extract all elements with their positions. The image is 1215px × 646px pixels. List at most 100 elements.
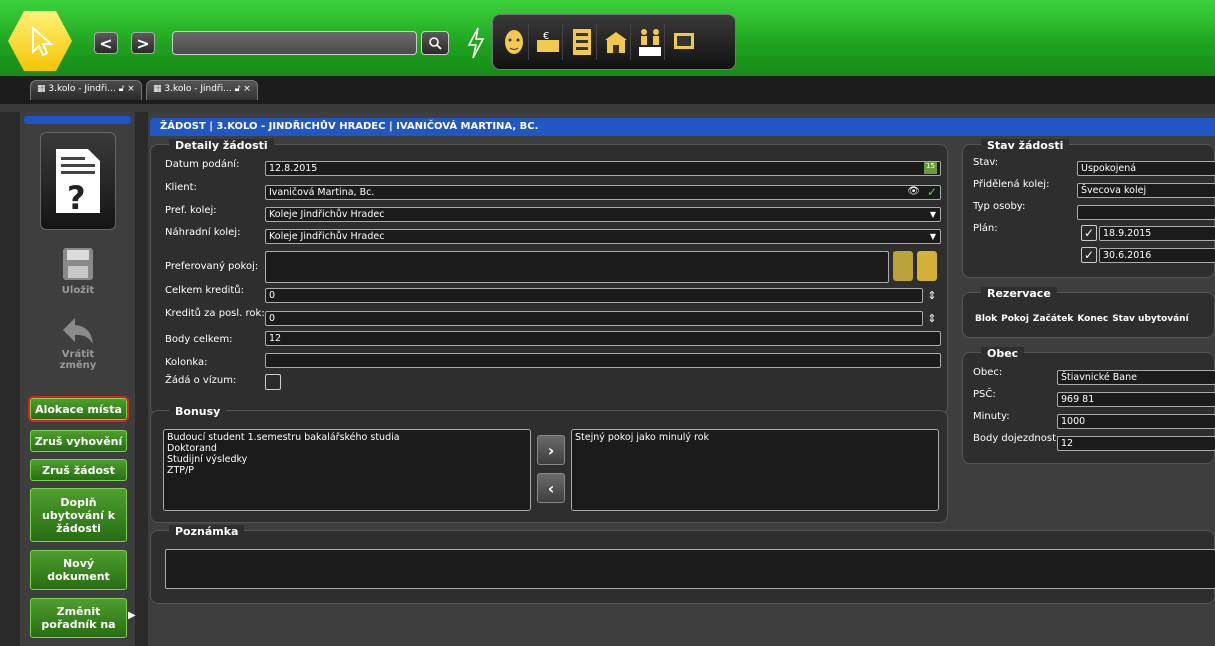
credits-spinner[interactable]: ⇕ (925, 288, 939, 303)
person-type-field[interactable] (1077, 205, 1215, 220)
plan-from-checkbox[interactable]: ✓ (1081, 225, 1097, 241)
sidebar-header (24, 116, 131, 124)
alt-dorm-select[interactable]: Koleje Jindřichův Hradec ▼ (265, 229, 941, 244)
column-field[interactable] (265, 353, 941, 368)
date-field[interactable]: 12.8.2015 15 (265, 161, 941, 176)
list-item[interactable]: Budoucí student 1.semestru bakalářského … (167, 432, 527, 443)
column-header[interactable]: Stav ubytování (1112, 314, 1189, 324)
bonus-available-list[interactable]: Budoucí student 1.semestru bakalářského … (163, 429, 531, 511)
person-type-label: Typ osoby: (973, 201, 1026, 212)
tab-1[interactable]: ▦ 3.kolo - Jindři... 🔓︎ × (30, 80, 142, 100)
button-label: Změnit (56, 605, 101, 618)
content-strip (0, 104, 1215, 112)
persons-ab-icon[interactable] (635, 24, 665, 60)
new-document-button[interactable]: Nový dokument (30, 550, 127, 590)
zip-field[interactable]: 969 81 (1057, 392, 1215, 407)
credits-field[interactable]: 0 (265, 288, 923, 303)
search-icon (429, 37, 442, 50)
close-icon[interactable]: × (243, 84, 251, 94)
bonus-selected-list[interactable]: Stejný pokoj jako minulý rok (571, 429, 939, 511)
assigned-dorm-field[interactable]: Švecova kolej (1077, 183, 1215, 198)
column-header[interactable]: Konec (1077, 314, 1108, 324)
flash-icon[interactable] (466, 27, 486, 59)
column-header[interactable]: Začátek (1033, 314, 1073, 324)
client-value: Ivaničová Martina, Bc. (269, 187, 375, 198)
municipality-group: Obec Obec: Štiavnické Bane PSČ: 969 81 M… (962, 347, 1215, 464)
floppy-icon (63, 248, 93, 280)
chevron-left-icon: ‹ (547, 478, 555, 498)
move-right-button[interactable]: › (537, 435, 565, 465)
group-title: Detaily žádosti (169, 139, 274, 152)
search-input[interactable] (172, 31, 417, 55)
cursor-icon (32, 25, 54, 57)
save-button[interactable]: Uložit (40, 246, 116, 296)
points-field[interactable]: 12 (265, 331, 941, 346)
search-button[interactable] (421, 31, 449, 55)
pref-dorm-label: Pref. kolej: (165, 205, 217, 216)
column-header[interactable]: Pokoj (1001, 314, 1029, 324)
plan-from-field[interactable]: 18.9.2015 (1099, 226, 1215, 241)
list-item[interactable]: ZTP/P (167, 465, 527, 476)
column-header[interactable]: Blok (975, 314, 997, 324)
note-field[interactable] (165, 549, 1215, 589)
minutes-field[interactable]: 1000 (1057, 414, 1215, 429)
list-item[interactable]: Studijní výsledky (167, 454, 527, 465)
reservation-table-header: Blok Pokoj Začátek Konec Stav ubytování (975, 309, 1215, 329)
expand-right-icon[interactable]: ▶ (128, 610, 136, 621)
eye-icon[interactable]: 👁︎ (907, 186, 920, 197)
checkmark-icon: ✓ (1084, 248, 1095, 262)
date-value: 12.8.2015 (269, 163, 318, 174)
screen-icon[interactable] (669, 24, 699, 60)
calendar-icon[interactable]: 15 (924, 162, 937, 174)
back-button[interactable]: < (94, 32, 118, 54)
revert-label: změny (59, 360, 97, 371)
room-picker-icon[interactable] (917, 251, 937, 281)
close-icon[interactable]: × (127, 84, 135, 94)
move-left-button[interactable]: ‹ (537, 473, 565, 503)
building-icon[interactable] (601, 24, 631, 60)
list-item[interactable]: Doktorand (167, 443, 527, 454)
group-title: Obec (981, 347, 1025, 360)
alt-dorm-value: Koleje Jindřichův Hradec (269, 231, 385, 242)
change-order-button[interactable]: Změnit pořadník na (30, 598, 127, 638)
credits-year-value: 0 (269, 313, 276, 324)
plan-to-field[interactable]: 30.6.2016 (1099, 248, 1215, 263)
face-icon[interactable] (499, 24, 529, 60)
plan-to-checkbox[interactable]: ✓ (1081, 247, 1097, 263)
commute-points-field[interactable]: 12 (1057, 436, 1215, 451)
add-accommodation-button[interactable]: Doplň ubytování k žádosti (30, 488, 127, 542)
home-button[interactable] (8, 11, 72, 71)
list-icon[interactable] (567, 24, 597, 60)
list-item[interactable]: Stejný pokoj jako minulý rok (575, 432, 935, 443)
credits-value: 0 (269, 290, 276, 301)
cancel-eval-button[interactable]: Zruš vyhovění (30, 430, 127, 452)
commute-points-value: 12 (1061, 438, 1074, 449)
visa-checkbox[interactable] (265, 374, 281, 390)
tab-label: 3.kolo - Jindři... (48, 84, 116, 94)
button-label: ubytování k (41, 508, 116, 522)
svg-text:?: ? (67, 179, 86, 217)
municipality-field[interactable]: Štiavnické Bane (1057, 370, 1215, 385)
bonus-group: Bonusy Budoucí student 1.semestru bakalá… (150, 405, 948, 523)
svg-text:€: € (543, 31, 549, 42)
credits-year-field[interactable]: 0 (265, 311, 923, 326)
cancel-request-button[interactable]: Zruš žádost (30, 459, 127, 481)
municipality-value: Štiavnické Bane (1061, 372, 1137, 383)
pref-dorm-select[interactable]: Koleje Jindřichův Hradec ▼ (265, 207, 941, 222)
button-label: dokument (47, 570, 110, 583)
forward-button[interactable]: > (131, 32, 155, 54)
client-field[interactable]: Ivaničová Martina, Bc. 👁︎ ✓ (265, 185, 941, 200)
state-field[interactable]: Uspokojená (1077, 161, 1215, 176)
pref-dorm-value: Koleje Jindřichův Hradec (269, 209, 385, 220)
button-label: pořadník na (41, 618, 116, 631)
credits-year-spinner[interactable]: ⇕ (925, 311, 939, 326)
money-icon[interactable]: € (533, 24, 563, 60)
pref-room-field[interactable] (265, 251, 889, 283)
tab-2[interactable]: ▦ 3.kolo - Jindři... 🔓︎ × (146, 80, 258, 100)
building-picker-icon[interactable] (893, 251, 913, 281)
points-value: 12 (269, 333, 282, 344)
revert-button[interactable]: Vrátit změny (40, 316, 116, 371)
plan-to-value: 30.6.2016 (1103, 250, 1152, 261)
alloc-button[interactable]: Alokace místa (28, 396, 129, 422)
pref-room-label: Preferovaný pokoj: (165, 261, 259, 272)
